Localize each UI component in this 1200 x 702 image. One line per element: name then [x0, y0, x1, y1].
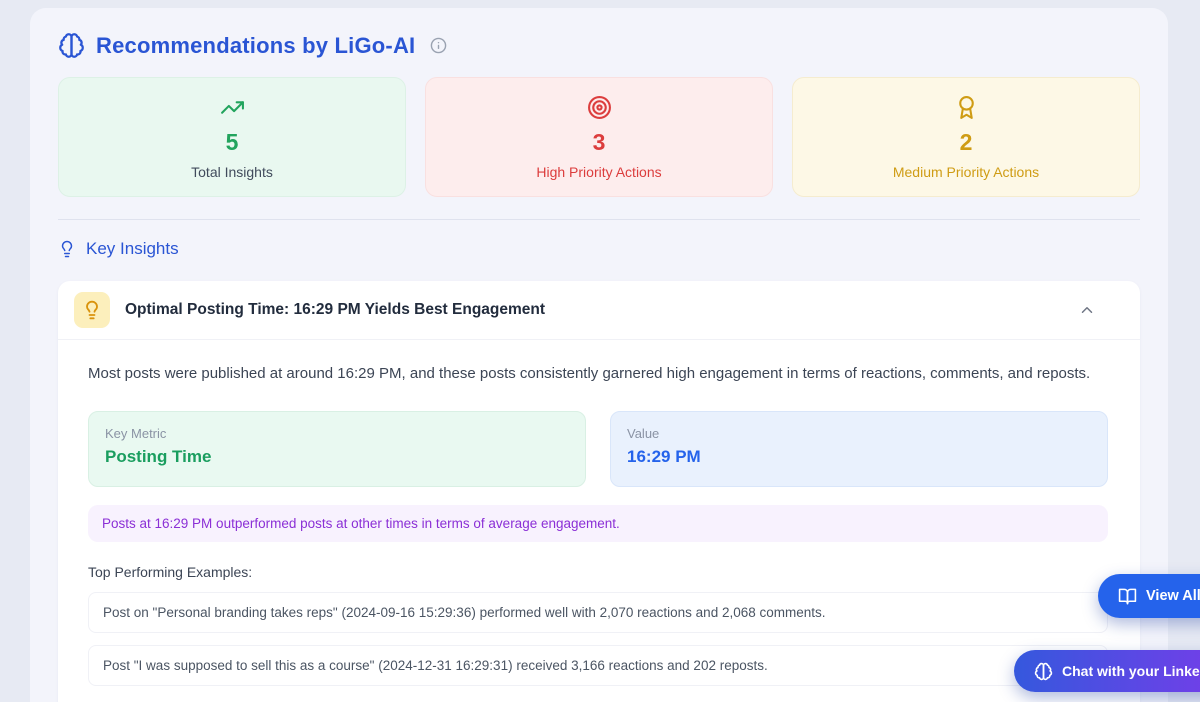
insight-card: Optimal Posting Time: 16:29 PM Yields Be…	[58, 281, 1140, 702]
insight-highlight: Posts at 16:29 PM outperformed posts at …	[88, 505, 1108, 542]
trending-up-icon	[220, 95, 245, 120]
lightbulb-icon	[58, 240, 76, 258]
examples-label: Top Performing Examples:	[88, 564, 1108, 580]
stat-value: 3	[593, 129, 606, 156]
view-all-button[interactable]: View All	[1098, 574, 1200, 618]
example-row: Post "I was supposed to sell this as a c…	[88, 645, 1108, 686]
page-header: Recommendations by LiGo-AI	[58, 32, 1140, 59]
view-all-label: View All	[1146, 588, 1200, 604]
key-insights-title: Key Insights	[86, 239, 179, 259]
brain-icon	[1034, 662, 1053, 681]
brain-icon	[58, 32, 85, 59]
info-icon[interactable]	[430, 37, 447, 54]
stats-row: 5 Total Insights 3 High Priority Actions…	[58, 77, 1140, 197]
stat-value: 5	[226, 129, 239, 156]
stat-label: Medium Priority Actions	[893, 164, 1039, 180]
key-metric-label: Key Metric	[105, 426, 569, 441]
key-metric-box: Key Metric Posting Time	[88, 411, 586, 487]
value-box: Value 16:29 PM	[610, 411, 1108, 487]
section-divider	[58, 219, 1140, 220]
insight-card-body: Most posts were published at around 16:2…	[58, 340, 1140, 686]
value-label: Value	[627, 426, 1091, 441]
chevron-up-icon[interactable]	[1078, 301, 1096, 319]
example-row: Post on "Personal branding takes reps" (…	[88, 592, 1108, 633]
stat-card-total-insights: 5 Total Insights	[58, 77, 406, 197]
stat-card-high-priority: 3 High Priority Actions	[425, 77, 773, 197]
insight-title: Optimal Posting Time: 16:29 PM Yields Be…	[125, 301, 1078, 319]
key-metric-value: Posting Time	[105, 447, 569, 467]
insight-card-header[interactable]: Optimal Posting Time: 16:29 PM Yields Be…	[58, 281, 1140, 340]
book-open-icon	[1118, 587, 1137, 606]
recommendations-panel: Recommendations by LiGo-AI 5 Total Insig…	[30, 8, 1168, 702]
stat-card-medium-priority: 2 Medium Priority Actions	[792, 77, 1140, 197]
stat-label: High Priority Actions	[536, 164, 661, 180]
target-icon	[587, 95, 612, 120]
metric-row: Key Metric Posting Time Value 16:29 PM	[88, 411, 1108, 487]
value-value: 16:29 PM	[627, 447, 1091, 467]
chat-button-label: Chat with your LinkedIn	[1062, 663, 1200, 679]
chat-button[interactable]: Chat with your LinkedIn	[1014, 650, 1200, 692]
insight-description: Most posts were published at around 16:2…	[88, 362, 1098, 385]
insight-badge	[74, 292, 110, 328]
lightbulb-icon	[82, 300, 102, 320]
key-insights-heading: Key Insights	[58, 239, 1140, 259]
stat-label: Total Insights	[191, 164, 273, 180]
stat-value: 2	[960, 129, 973, 156]
award-icon	[954, 95, 979, 120]
page-title: Recommendations by LiGo-AI	[96, 33, 415, 59]
